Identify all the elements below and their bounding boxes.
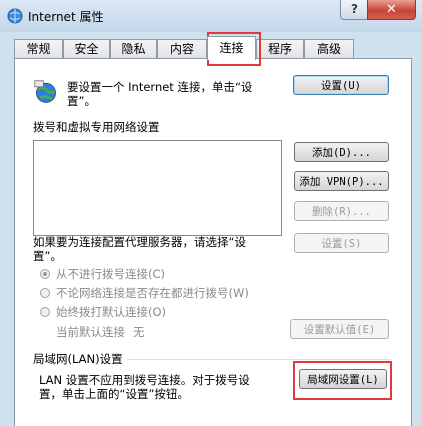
set-default-button[interactable]: 设置默认值(E) [290, 319, 389, 339]
title-bar: Internet 属性 ? ✕ [0, 0, 422, 32]
proxy-text-line2: 置”。 [33, 249, 62, 263]
tab-security[interactable]: 安全 [63, 39, 110, 59]
window-title: Internet 属性 [28, 10, 104, 24]
lan-text-line2: 置，单击上面的“设置”按钮。 [39, 387, 189, 401]
close-button[interactable]: ✕ [367, 0, 416, 20]
tab-content[interactable]: 内容 [157, 39, 207, 59]
tab-programs[interactable]: 程序 [256, 39, 304, 59]
network-globe-icon [34, 80, 56, 103]
tab-general[interactable]: 常规 [14, 39, 63, 59]
connections-panel: 要设置一个 Internet 连接，单击“设 置”。 设置(U) 拨号和虚拟专用… [14, 58, 412, 426]
radio-always-dial-default[interactable] [40, 307, 50, 317]
dialup-settings-button[interactable]: 设置(S) [294, 233, 389, 253]
lan-group-divider [127, 359, 391, 360]
tab-strip: 常规 安全 隐私 内容 连接 程序 高级 [14, 36, 414, 60]
dialup-section-title: 拨号和虚拟专用网络设置 [33, 120, 160, 134]
current-default-value: 无 [133, 325, 145, 339]
help-button[interactable]: ? [340, 0, 369, 20]
internet-options-icon [7, 8, 23, 24]
dialup-connections-list[interactable] [33, 140, 282, 236]
radio-dial-whenever-label: 不论网络连接是否存在都进行拨号(W) [56, 286, 249, 300]
lan-section-title: 局域网(LAN)设置 [33, 352, 123, 366]
proxy-text-line1: 如果要为连接配置代理服务器，请选择“设 [33, 235, 246, 249]
delete-button[interactable]: 删除(R)... [294, 201, 389, 221]
radio-never-dial-label: 从不进行拨号连接(C) [56, 267, 166, 281]
tab-privacy[interactable]: 隐私 [110, 39, 157, 59]
lan-settings-button[interactable]: 局域网设置(L) [299, 369, 387, 389]
setup-button[interactable]: 设置(U) [293, 75, 389, 95]
add-vpn-button[interactable]: 添加 VPN(P)... [294, 171, 389, 191]
radio-dial-whenever[interactable] [40, 288, 50, 298]
add-button[interactable]: 添加(D)... [294, 142, 389, 162]
setup-text-line2: 置”。 [67, 94, 96, 108]
current-default-label: 当前默认连接 [56, 325, 125, 339]
tab-connections[interactable]: 连接 [207, 36, 256, 60]
radio-never-dial[interactable] [40, 269, 50, 279]
tab-advanced[interactable]: 高级 [304, 39, 354, 59]
radio-always-dial-default-label: 始终拨打默认连接(O) [56, 305, 167, 319]
